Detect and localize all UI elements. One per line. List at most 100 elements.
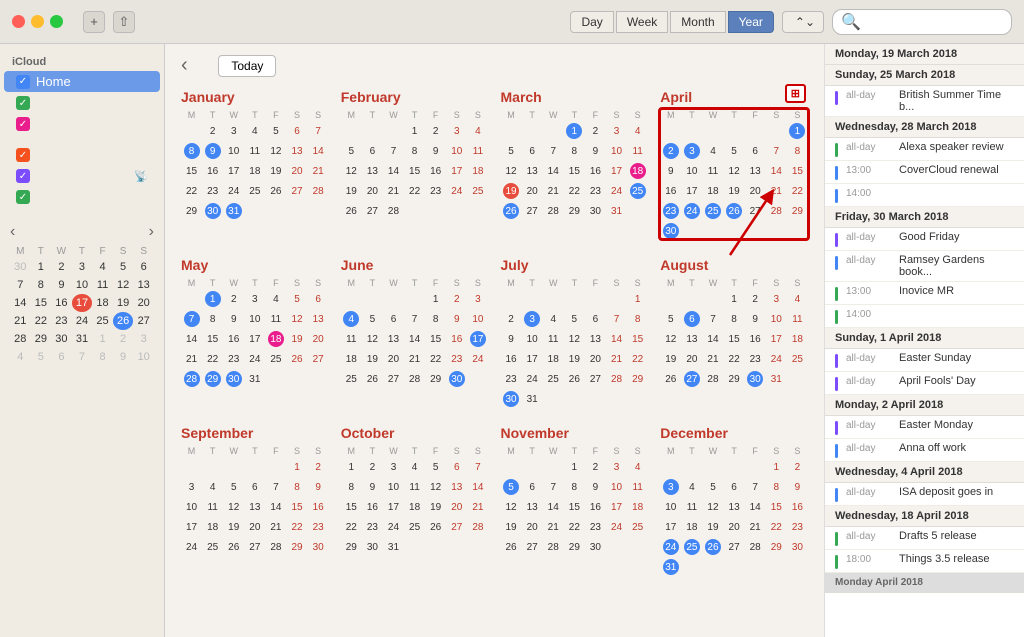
month-cal-day[interactable]: 17 <box>383 497 404 517</box>
month-cal-day[interactable]: 16 <box>501 349 522 369</box>
mini-cal-next[interactable]: › <box>149 223 154 241</box>
event-item[interactable]: all-dayISA deposit goes in <box>825 483 1024 506</box>
month-cal-day[interactable]: 8 <box>627 309 648 329</box>
month-cal-day[interactable]: 26 <box>286 349 307 369</box>
mini-cal-day[interactable]: 22 <box>31 312 52 330</box>
month-cal-day[interactable]: 21 <box>383 181 404 201</box>
month-cal-day[interactable]: 29 <box>564 537 585 557</box>
month-cal-day[interactable]: 4 <box>404 457 425 477</box>
month-cal-day[interactable]: 21 <box>702 349 723 369</box>
month-cal-day[interactable]: 14 <box>467 477 488 497</box>
month-cal-day[interactable]: 5 <box>702 477 723 497</box>
month-cal-day[interactable]: 3 <box>660 477 681 497</box>
month-cal-day[interactable]: 28 <box>265 537 286 557</box>
month-cal-day[interactable]: 25 <box>404 517 425 537</box>
month-cal-day[interactable]: 16 <box>362 497 383 517</box>
month-cal-day[interactable]: 15 <box>564 497 585 517</box>
month-cal-day[interactable]: 13 <box>286 141 307 161</box>
month-cal-day[interactable]: 2 <box>425 121 446 141</box>
event-item[interactable]: 14:00 <box>825 184 1024 207</box>
mini-cal-day[interactable]: 9 <box>51 276 72 294</box>
month-cal-day[interactable]: 11 <box>702 161 723 181</box>
month-cal-day[interactable]: 13 <box>724 497 745 517</box>
month-cal-day[interactable]: 23 <box>308 517 329 537</box>
month-cal-day[interactable]: 16 <box>223 329 244 349</box>
month-cal-day[interactable]: 7 <box>745 477 766 497</box>
month-cal-day[interactable]: 14 <box>404 329 425 349</box>
mini-cal-day[interactable]: 28 <box>10 330 31 348</box>
month-cal-day[interactable]: 13 <box>585 329 606 349</box>
month-cal-day[interactable]: 6 <box>745 141 766 161</box>
month-cal-day[interactable]: 10 <box>446 141 467 161</box>
month-cal-day[interactable]: 1 <box>787 121 808 141</box>
month-cal-day[interactable]: 6 <box>308 289 329 309</box>
month-cal-day[interactable]: 15 <box>724 329 745 349</box>
month-view-button[interactable]: Month <box>670 11 725 33</box>
month-cal-day[interactable]: 12 <box>660 329 681 349</box>
month-cal-day[interactable]: 17 <box>223 161 244 181</box>
mini-cal-day[interactable]: 31 <box>72 330 93 348</box>
month-cal-day[interactable]: 18 <box>543 349 564 369</box>
month-cal-day[interactable]: 30 <box>585 201 606 221</box>
month-cal-day[interactable]: 28 <box>745 537 766 557</box>
month-cal-day[interactable]: 27 <box>585 369 606 389</box>
month-cal-day[interactable]: 12 <box>564 329 585 349</box>
month-cal-day[interactable]: 20 <box>745 181 766 201</box>
mini-cal-day[interactable]: 3 <box>133 330 154 348</box>
month-cal-day[interactable]: 16 <box>425 161 446 181</box>
month-cal-day[interactable]: 19 <box>564 349 585 369</box>
month-cal-day[interactable]: 28 <box>383 201 404 221</box>
month-cal-day[interactable]: 12 <box>286 309 307 329</box>
month-cal-day[interactable]: 19 <box>425 497 446 517</box>
month-cal-day[interactable]: 28 <box>308 181 329 201</box>
month-cal-day[interactable]: 18 <box>467 161 488 181</box>
month-cal-day[interactable]: 29 <box>627 369 648 389</box>
month-cal-day[interactable]: 27 <box>286 181 307 201</box>
month-cal-day[interactable]: 29 <box>724 369 745 389</box>
month-cal-day[interactable]: 15 <box>404 161 425 181</box>
event-item[interactable]: all-dayApril Fools' Day <box>825 372 1024 395</box>
month-cal-day[interactable]: 31 <box>223 201 244 221</box>
month-cal-day[interactable]: 18 <box>787 329 808 349</box>
mini-cal-day[interactable]: 9 <box>113 348 134 366</box>
month-cal-day[interactable]: 3 <box>244 289 265 309</box>
month-cal-day[interactable]: 7 <box>702 309 723 329</box>
mini-cal-prev[interactable]: ‹ <box>10 223 15 241</box>
month-cal-day[interactable]: 31 <box>606 201 627 221</box>
month-cal-day[interactable]: 14 <box>543 497 564 517</box>
month-cal-day[interactable]: 2 <box>202 121 223 141</box>
mini-cal-day[interactable]: 3 <box>72 258 93 276</box>
sidebar-item-birthdays[interactable]: ✓ <box>4 145 160 165</box>
month-cal-day[interactable]: 6 <box>244 477 265 497</box>
month-cal-day[interactable]: 15 <box>286 497 307 517</box>
month-cal-day[interactable]: 26 <box>501 201 522 221</box>
month-cal-day[interactable]: 30 <box>501 389 522 409</box>
week-view-button[interactable]: Week <box>616 11 668 33</box>
month-cal-day[interactable]: 21 <box>543 517 564 537</box>
mini-cal-day[interactable]: 17 <box>72 294 93 312</box>
month-cal-day[interactable]: 22 <box>766 517 787 537</box>
month-cal-day[interactable]: 23 <box>585 181 606 201</box>
month-cal-day[interactable]: 11 <box>627 477 648 497</box>
month-cal-day[interactable]: 11 <box>244 141 265 161</box>
month-cal-day[interactable]: 23 <box>202 181 223 201</box>
month-cal-day[interactable]: 17 <box>244 329 265 349</box>
month-cal-day[interactable]: 14 <box>308 141 329 161</box>
mini-cal-day[interactable]: 11 <box>92 276 113 294</box>
month-cal-day[interactable]: 24 <box>383 517 404 537</box>
month-cal-day[interactable]: 18 <box>244 161 265 181</box>
month-cal-day[interactable]: 5 <box>341 141 362 161</box>
month-cal-day[interactable]: 20 <box>383 349 404 369</box>
month-cal-day[interactable]: 3 <box>467 289 488 309</box>
month-cal-day[interactable]: 19 <box>341 181 362 201</box>
month-cal-day[interactable]: 9 <box>202 141 223 161</box>
month-cal-day[interactable]: 10 <box>223 141 244 161</box>
month-cal-day[interactable]: 9 <box>585 477 606 497</box>
month-cal-day[interactable]: 23 <box>446 349 467 369</box>
month-cal-day[interactable]: 27 <box>362 201 383 221</box>
month-cal-day[interactable]: 29 <box>564 201 585 221</box>
month-cal-day[interactable]: 20 <box>724 517 745 537</box>
month-cal-day[interactable]: 6 <box>724 477 745 497</box>
month-cal-day[interactable]: 1 <box>341 457 362 477</box>
home-calendar-checkbox[interactable]: ✓ <box>16 75 30 89</box>
